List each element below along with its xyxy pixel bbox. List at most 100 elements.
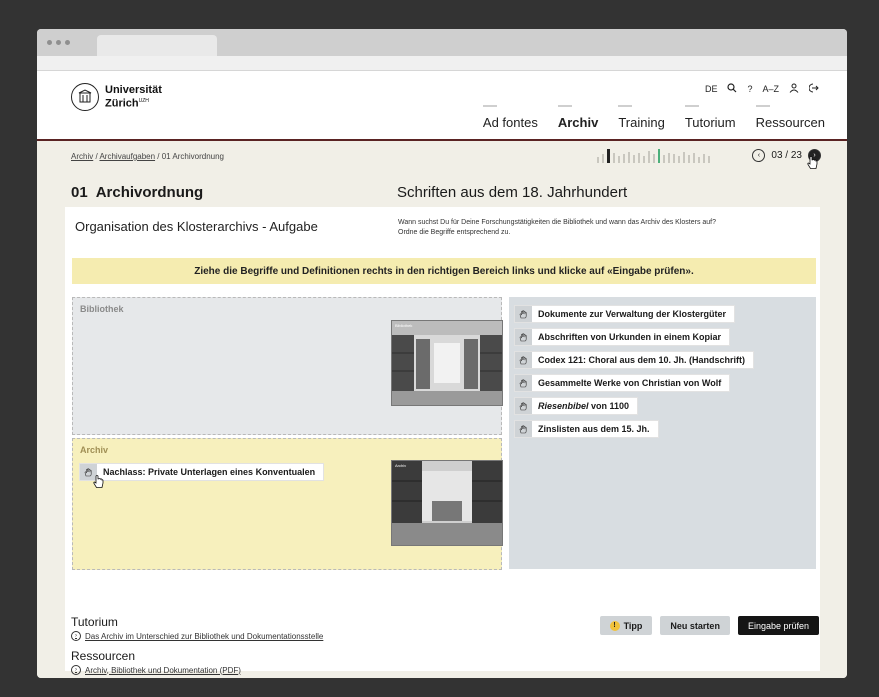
- exercise-counter: 03 / 23: [771, 150, 802, 161]
- progress-tick: [638, 153, 640, 163]
- progress-tick: [698, 157, 700, 163]
- a-z-index-link[interactable]: A–Z: [762, 84, 779, 94]
- uzh-logo[interactable]: Universität ZürichUZH: [71, 83, 162, 111]
- browser-toolbar: [37, 56, 847, 71]
- progress-tick: [607, 149, 610, 163]
- progress-tick: [613, 153, 615, 163]
- progress-tick: [648, 151, 650, 163]
- drag-handle-icon[interactable]: [515, 352, 532, 368]
- tipp-button[interactable]: ! Tipp: [599, 616, 653, 635]
- bottom-links: Tutorium › Das Archiv im Unterschied zur…: [71, 615, 323, 678]
- previous-exercise-icon[interactable]: ‹: [752, 149, 766, 162]
- breadcrumb-archiv[interactable]: Archiv: [71, 152, 93, 161]
- page-title: 01 Archivordnung: [71, 184, 203, 201]
- site-header: Universität ZürichUZH DE ? A–Z Ad fontes…: [37, 71, 847, 141]
- browser-tab[interactable]: [97, 35, 217, 56]
- tipp-button-label: Tipp: [623, 620, 643, 631]
- tutorium-link[interactable]: › Das Archiv im Unterschied zur Biblioth…: [71, 631, 323, 641]
- check-answers-button[interactable]: Eingabe prüfen: [737, 616, 819, 635]
- restart-button[interactable]: Neu starten: [660, 616, 730, 635]
- archive-card[interactable]: Nachlass: Private Unterlagen eines Konve…: [80, 464, 324, 480]
- browser-titlebar: [37, 29, 847, 56]
- nav-tutorium[interactable]: Tutorium: [684, 105, 736, 130]
- task-title: Organisation des Klosterarchivs - Aufgab…: [75, 219, 318, 234]
- window-minimize-dot[interactable]: [56, 40, 61, 45]
- card-label: Codex 121: Choral aus dem 10. Jh. (Hands…: [538, 355, 746, 365]
- tutorium-heading: Tutorium: [71, 615, 118, 629]
- action-buttons: ! Tipp Neu starten Eingabe prüfen: [599, 616, 819, 635]
- nav-ad-fontes[interactable]: Ad fontes: [482, 105, 538, 130]
- card-label-emphasis: Riesenbibel: [538, 401, 589, 411]
- progress-tick: [602, 154, 604, 163]
- progress-tick: [643, 156, 645, 163]
- university-seal-icon: [71, 83, 99, 111]
- nav-archiv[interactable]: Archiv: [557, 105, 598, 130]
- page-subtitle: Schriften aus dem 18. Jahrhundert: [397, 184, 628, 201]
- library-photo-caption: Bibliothek: [395, 323, 413, 328]
- drag-handle-icon[interactable]: [515, 329, 532, 345]
- progress-tick: [703, 154, 705, 163]
- logo-suffix: UZH: [138, 97, 149, 104]
- term-card[interactable]: Gesammelte Werke von Christian von Wolf: [515, 375, 730, 391]
- term-card[interactable]: Riesenbibel von 1100: [515, 398, 638, 414]
- window-maximize-dot[interactable]: [65, 40, 70, 45]
- term-card[interactable]: Zinslisten aus dem 15. Jh.: [515, 421, 658, 437]
- utility-nav: DE ? A–Z: [705, 83, 819, 95]
- dropzone-bibliothek[interactable]: Bibliothek Bibliothek: [72, 297, 503, 435]
- term-card[interactable]: Abschriften von Urkunden in einem Kopiar: [515, 329, 730, 345]
- breadcrumb-separator: /: [155, 152, 162, 161]
- progress-tick: [683, 152, 685, 163]
- hand-cursor-icon: [93, 475, 104, 488]
- instruction-banner: Ziehe die Begriffe und Definitionen rech…: [72, 258, 816, 284]
- page-title-text: Archivordnung: [95, 184, 204, 201]
- logout-icon[interactable]: [808, 83, 819, 95]
- progress-tick: [623, 154, 625, 163]
- ressourcen-link-text[interactable]: Archiv, Bibliothek und Dokumentation (PD…: [85, 666, 241, 675]
- ressourcen-link[interactable]: › Archiv, Bibliothek und Dokumentation (…: [71, 665, 323, 675]
- breadcrumb-archivaufgaben[interactable]: Archivaufgaben: [99, 152, 155, 161]
- exercise-panel: Organisation des Klosterarchivs - Aufgab…: [65, 207, 820, 671]
- library-photo: Bibliothek: [391, 320, 503, 406]
- logo-wordmark: Universität ZürichUZH: [105, 83, 162, 110]
- hand-cursor-icon: [807, 156, 818, 169]
- progress-tick: [678, 156, 680, 163]
- exercise-progress-bar: [597, 149, 710, 163]
- term-card[interactable]: Dokumente zur Verwaltung der Klostergüte…: [515, 306, 735, 322]
- help-icon[interactable]: ?: [747, 84, 752, 94]
- drag-handle-icon[interactable]: [515, 306, 532, 322]
- card-label: Abschriften von Urkunden in einem Kopiar: [538, 332, 722, 342]
- language-switch[interactable]: DE: [705, 84, 718, 94]
- nav-ressourcen[interactable]: Ressourcen: [755, 105, 825, 130]
- dropzone-archiv[interactable]: Archiv Nachlass: Private Unterlagen eine…: [72, 438, 503, 570]
- drag-handle-icon[interactable]: [515, 398, 532, 414]
- arrow-right-icon: ›: [71, 631, 81, 641]
- logo-line-2: Zürich: [105, 97, 139, 110]
- drag-handle-icon[interactable]: [515, 421, 532, 437]
- progress-tick: [708, 156, 710, 163]
- tutorium-link-text[interactable]: Das Archiv im Unterschied zur Bibliothek…: [85, 632, 323, 641]
- hint-icon: !: [609, 620, 620, 631]
- arrow-right-icon: ›: [71, 665, 81, 675]
- search-icon[interactable]: [727, 83, 737, 95]
- card-label: Zinslisten aus dem 15. Jh.: [538, 424, 650, 434]
- progress-tick: [633, 155, 635, 163]
- page-content: Archiv / Archivaufgaben / 01 Archivordnu…: [37, 141, 847, 678]
- progress-tick: [658, 149, 660, 163]
- card-label: Riesenbibel von 1100: [538, 401, 637, 411]
- card-label: Dokumente zur Verwaltung der Klostergüte…: [538, 309, 727, 319]
- instruction-text: Ziehe die Begriffe und Definitionen rech…: [194, 265, 694, 277]
- progress-tick: [688, 155, 690, 163]
- nav-training[interactable]: Training: [618, 105, 665, 130]
- window-close-dot[interactable]: [47, 40, 52, 45]
- progress-tick: [618, 156, 620, 163]
- main-navigation: Ad fontes Archiv Training Tutorium Resso…: [482, 105, 825, 130]
- logo-line-1: Universität: [105, 83, 162, 96]
- user-icon[interactable]: [789, 83, 799, 95]
- card-label: Gesammelte Werke von Christian von Wolf: [538, 378, 722, 388]
- progress-tick: [673, 154, 675, 163]
- drag-handle-icon[interactable]: [515, 375, 532, 391]
- progress-tick: [693, 153, 695, 163]
- progress-tick: [597, 157, 599, 163]
- term-pool: Dokumente zur Verwaltung der Klostergüte…: [509, 297, 816, 569]
- term-card[interactable]: Codex 121: Choral aus dem 10. Jh. (Hands…: [515, 352, 754, 368]
